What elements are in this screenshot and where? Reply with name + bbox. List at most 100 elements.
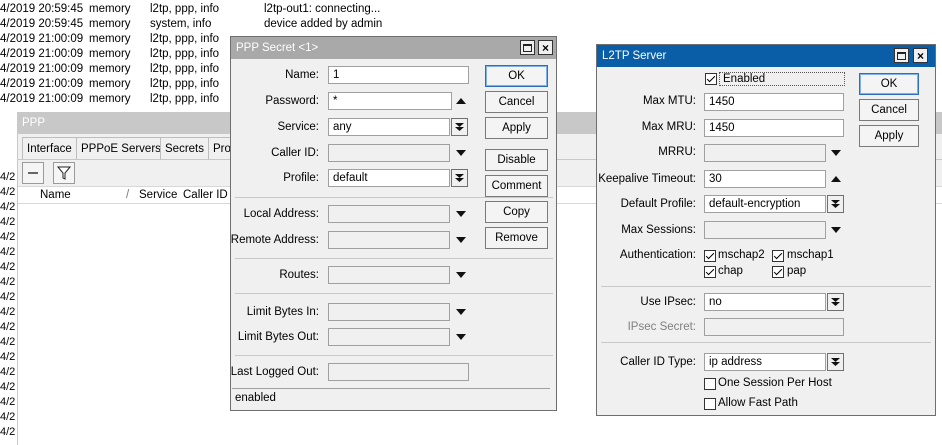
collapse-arrow-icon[interactable] — [831, 176, 841, 182]
enabled-label[interactable]: Enabled — [719, 72, 845, 86]
expand-arrow-icon[interactable] — [456, 150, 466, 156]
close-button[interactable]: × — [913, 48, 928, 63]
expand-arrow-icon[interactable] — [456, 237, 466, 243]
log-fragment: 4/2 — [0, 261, 16, 273]
chap-checkbox[interactable] — [704, 266, 716, 278]
log-buffer: memory — [89, 3, 131, 15]
max-mtu-label: Max MTU: — [642, 95, 696, 107]
caller-id-type-label: Caller ID Type: — [620, 356, 696, 368]
authentication-label: Authentication: — [619, 249, 696, 261]
ppp-secret-title[interactable]: PPP Secret <1> — [231, 37, 556, 59]
apply-button[interactable]: Apply — [485, 117, 548, 139]
routes-input[interactable] — [328, 266, 450, 284]
tab-secrets[interactable]: Secrets — [160, 137, 209, 159]
profile-select[interactable]: default — [328, 169, 450, 187]
expand-arrow-icon[interactable] — [456, 334, 466, 340]
service-label: Service: — [277, 121, 319, 133]
comment-button[interactable]: Comment — [485, 175, 548, 197]
separator — [235, 197, 553, 198]
limit-bytes-in-label: Limit Bytes In: — [246, 306, 319, 318]
log-topics: l2tp, ppp, info — [150, 93, 220, 105]
pap-label: pap — [787, 265, 807, 277]
one-session-per-host-checkbox[interactable] — [704, 378, 716, 390]
maximize-button[interactable] — [894, 48, 909, 63]
limit-bytes-in-input[interactable] — [328, 303, 450, 321]
expand-arrow-icon[interactable] — [456, 272, 466, 278]
log-left-fragments: 4/2 4/2 4/2 4/2 4/2 4/2 4/2 4/2 4/2 4/2 … — [0, 0, 17, 445]
l2tp-server-title[interactable]: L2TP Server — [597, 45, 935, 67]
remote-address-label: Remote Address: — [230, 234, 319, 246]
log-fragment: 4/2 — [0, 336, 16, 348]
use-ipsec-dropdown-button[interactable] — [827, 293, 844, 311]
tab-interface[interactable]: Interface — [22, 137, 77, 159]
log-fragment: 4/2 — [0, 231, 16, 243]
log-buffer: memory — [89, 48, 131, 60]
ppp-secret-dialog: PPP Secret <1> × Name: 1 Password: * Ser… — [230, 36, 557, 411]
log-fragment: 4/2 — [0, 366, 16, 378]
copy-button[interactable]: Copy — [485, 201, 548, 223]
collapse-arrow-icon[interactable] — [456, 98, 466, 104]
expand-arrow-icon[interactable] — [831, 227, 841, 233]
mschap1-checkbox[interactable] — [772, 250, 784, 262]
name-label: Name: — [285, 69, 319, 81]
expand-arrow-icon[interactable] — [831, 150, 841, 156]
default-profile-select[interactable]: default-encryption — [704, 195, 826, 213]
ok-button[interactable]: OK — [859, 73, 919, 95]
default-profile-dropdown-button[interactable] — [827, 195, 844, 213]
close-button[interactable]: × — [538, 40, 553, 55]
filter-button[interactable] — [53, 162, 75, 184]
apply-button[interactable]: Apply — [859, 125, 919, 147]
enabled-checkbox[interactable] — [705, 73, 717, 85]
ipsec-secret-label: IPsec Secret: — [627, 321, 696, 333]
profile-dropdown-button[interactable] — [451, 169, 468, 187]
tab-pppoe-servers[interactable]: PPPoE Servers — [76, 137, 166, 159]
expand-arrow-icon[interactable] — [456, 211, 466, 217]
log-buffer: memory — [89, 78, 131, 90]
caller-id-type-select[interactable]: ip address — [704, 353, 826, 371]
local-address-input[interactable] — [328, 205, 450, 223]
log-fragment: 4/2 — [0, 201, 16, 213]
ok-button[interactable]: OK — [485, 65, 548, 87]
remote-address-input[interactable] — [328, 231, 450, 249]
dropdown-arrows-icon — [455, 123, 464, 131]
log-buffer: memory — [89, 33, 131, 45]
caller-id-input[interactable] — [328, 144, 450, 162]
max-mru-input[interactable]: 1450 — [704, 119, 844, 137]
disable-button[interactable]: Disable — [485, 149, 548, 171]
max-mru-label: Max MRU: — [641, 121, 696, 133]
allow-fast-path-label: Allow Fast Path — [718, 397, 798, 409]
one-session-per-host-label: One Session Per Host — [718, 377, 832, 389]
allow-fast-path-checkbox[interactable] — [704, 398, 716, 410]
pap-checkbox[interactable] — [772, 266, 784, 278]
mschap2-label: mschap2 — [718, 249, 765, 261]
mrru-input[interactable] — [704, 144, 826, 162]
log-fragment: 4/2 — [0, 396, 16, 408]
password-input[interactable]: * — [328, 92, 452, 110]
log-buffer: memory — [89, 63, 131, 75]
remove-button[interactable] — [22, 162, 44, 184]
cancel-button[interactable]: Cancel — [859, 99, 919, 121]
expand-arrow-icon[interactable] — [456, 309, 466, 315]
column-name[interactable]: Name — [40, 189, 71, 201]
caller-id-type-dropdown-button[interactable] — [827, 353, 844, 371]
name-input[interactable]: 1 — [328, 66, 469, 84]
column-service[interactable]: Service — [139, 189, 177, 201]
service-dropdown-button[interactable] — [451, 118, 468, 136]
max-mtu-input[interactable]: 1450 — [704, 93, 844, 111]
maximize-button[interactable] — [520, 40, 535, 55]
keepalive-timeout-input[interactable]: 30 — [704, 170, 826, 188]
mschap2-checkbox[interactable] — [704, 250, 716, 262]
max-sessions-input[interactable] — [704, 221, 826, 239]
local-address-label: Local Address: — [243, 208, 319, 220]
mschap1-label: mschap1 — [787, 249, 834, 261]
use-ipsec-select[interactable]: no — [704, 293, 826, 311]
limit-bytes-out-input[interactable] — [328, 328, 450, 346]
separator — [235, 293, 553, 294]
service-select[interactable]: any — [328, 118, 450, 136]
cancel-button[interactable]: Cancel — [485, 91, 548, 113]
maximize-icon — [897, 51, 906, 60]
remove-button[interactable]: Remove — [485, 227, 548, 249]
column-caller-id[interactable]: Caller ID — [183, 189, 228, 201]
l2tp-server-dialog: L2TP Server × Enabled Max MTU: 1450 Max … — [596, 44, 936, 416]
log-fragment: 4/2 — [0, 321, 16, 333]
